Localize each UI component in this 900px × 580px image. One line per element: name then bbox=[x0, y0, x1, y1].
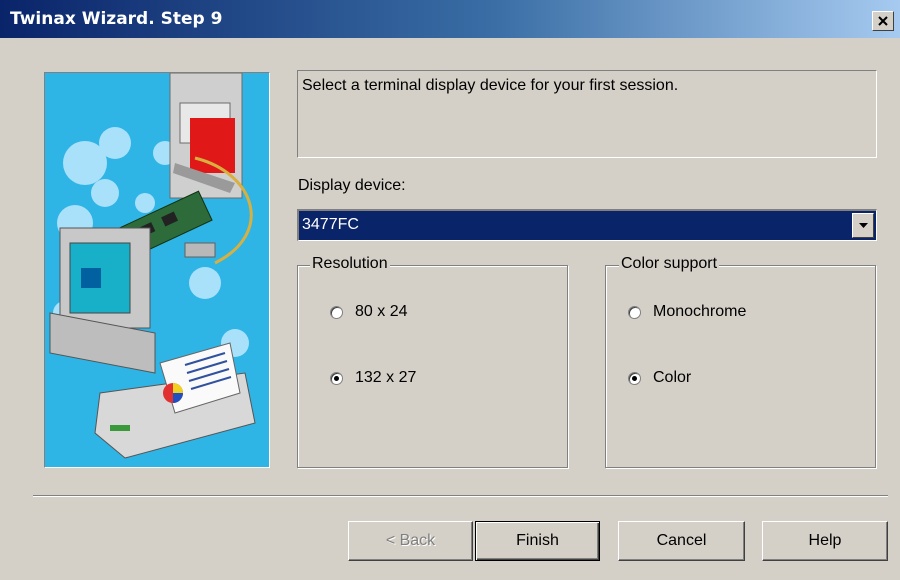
display-device-label: Display device: bbox=[298, 177, 406, 194]
radio-label: Color bbox=[653, 369, 692, 386]
chevron-down-icon bbox=[859, 223, 868, 228]
finish-button[interactable]: Finish bbox=[475, 521, 600, 561]
help-button-label: Help bbox=[808, 532, 842, 549]
radio-132x27[interactable]: 132 x 27 bbox=[330, 369, 416, 387]
title-bar: Twinax Wizard. Step 9 bbox=[0, 0, 900, 38]
color-support-group: Color support Monochrome Color bbox=[605, 255, 876, 468]
radio-80x24[interactable]: 80 x 24 bbox=[330, 303, 407, 321]
computer-printer-illustration bbox=[45, 73, 269, 467]
radio-label: 80 x 24 bbox=[355, 303, 408, 320]
radio-label: 132 x 27 bbox=[355, 369, 417, 386]
radio-monochrome[interactable]: Monochrome bbox=[628, 303, 746, 321]
close-button[interactable] bbox=[872, 11, 894, 31]
instruction-text: Select a terminal display device for you… bbox=[302, 77, 679, 94]
help-button[interactable]: Help bbox=[762, 521, 888, 561]
radio-color[interactable]: Color bbox=[628, 369, 691, 387]
instruction-panel: Select a terminal display device for you… bbox=[297, 70, 877, 158]
finish-button-label: Finish bbox=[516, 532, 559, 549]
radio-label: Monochrome bbox=[653, 303, 747, 320]
radio-selected-dot bbox=[632, 375, 637, 381]
wizard-illustration bbox=[44, 72, 270, 468]
resolution-legend: Resolution bbox=[310, 255, 390, 273]
radio-button[interactable] bbox=[330, 305, 343, 319]
separator-line bbox=[33, 495, 888, 497]
back-button-label: < Back bbox=[385, 532, 436, 549]
cancel-button-label: Cancel bbox=[656, 532, 707, 549]
window-title: Twinax Wizard. Step 9 bbox=[10, 9, 223, 29]
dropdown-button[interactable] bbox=[852, 213, 874, 238]
display-device-select[interactable]: 3477FC bbox=[297, 209, 877, 241]
radio-button[interactable] bbox=[330, 371, 343, 385]
radio-button[interactable] bbox=[628, 371, 641, 385]
radio-selected-dot bbox=[334, 375, 339, 381]
cancel-button[interactable]: Cancel bbox=[618, 521, 745, 561]
back-button[interactable]: < Back bbox=[348, 521, 473, 561]
close-icon bbox=[878, 16, 888, 26]
display-device-value: 3477FC bbox=[302, 216, 359, 233]
resolution-group: Resolution 80 x 24 132 x 27 bbox=[297, 255, 568, 468]
color-support-legend: Color support bbox=[619, 255, 720, 273]
wizard-window: Twinax Wizard. Step 9 Select a terminal … bbox=[0, 0, 900, 580]
radio-button[interactable] bbox=[628, 305, 641, 319]
